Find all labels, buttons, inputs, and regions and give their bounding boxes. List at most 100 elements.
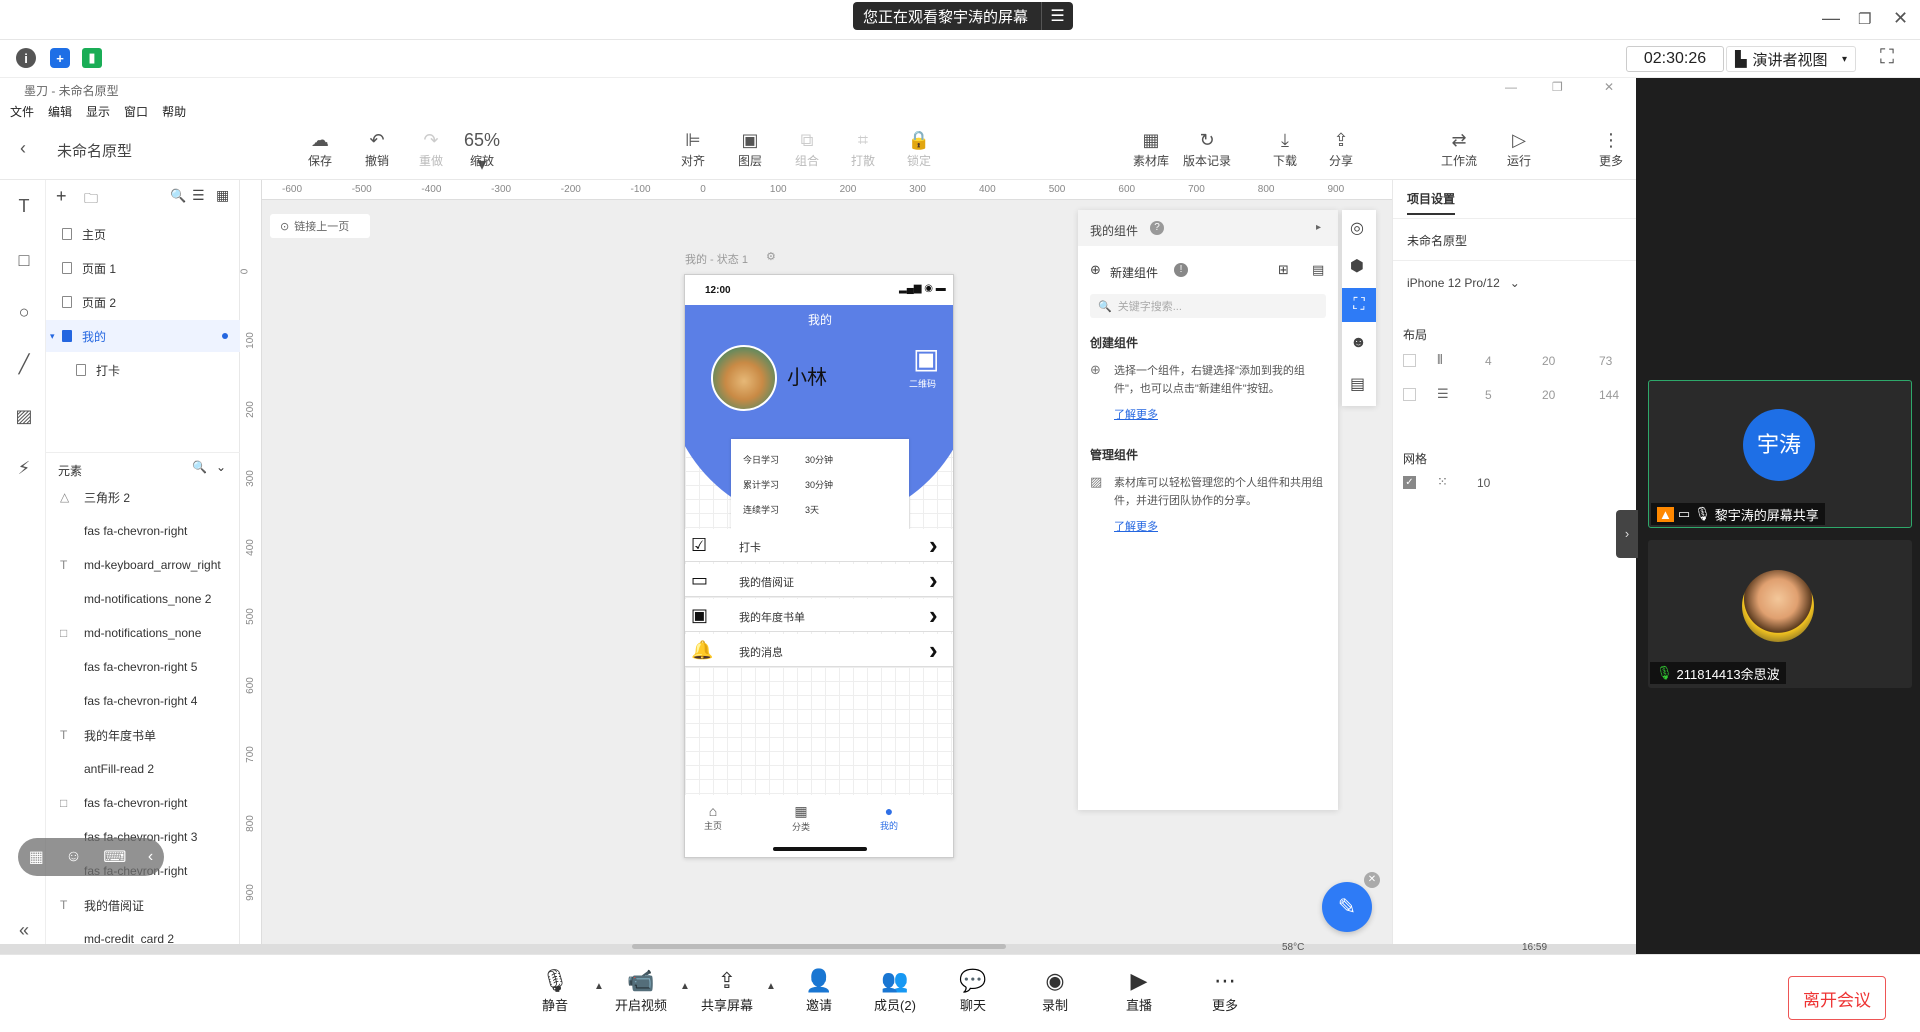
phone-tab[interactable]: ⌂ 主页 bbox=[693, 803, 733, 832]
toolbar-button[interactable]: ▦ 素材库 bbox=[1126, 128, 1176, 169]
page-item[interactable]: ▾ 我的 bbox=[46, 320, 240, 352]
floating-widget[interactable]: ▦ ☺ ⌨ ‹ bbox=[18, 838, 164, 876]
page-item[interactable]: 页面 1 bbox=[46, 252, 240, 284]
add-page-icon[interactable]: + bbox=[56, 186, 67, 207]
toolbar-button[interactable]: ⊫ 对齐 bbox=[668, 128, 718, 169]
element-item[interactable]: fas fa-chevron-right 5 bbox=[46, 650, 240, 684]
leave-meeting-button[interactable]: 离开会议 bbox=[1788, 976, 1886, 1020]
component-tool-icon[interactable]: ⚡ bbox=[13, 458, 35, 480]
toolbar-button[interactable]: ⋮ 更多 bbox=[1586, 128, 1636, 169]
caret-up-icon[interactable]: ▲ bbox=[766, 981, 776, 992]
element-item[interactable]: md-notifications_none 2 bbox=[46, 582, 240, 616]
qr-code-icon[interactable]: ▣ bbox=[913, 345, 939, 373]
emoji-icon[interactable]: ☻ bbox=[1350, 334, 1367, 352]
app-close-icon[interactable]: ✕ bbox=[1604, 80, 1614, 94]
info-icon[interactable]: i bbox=[16, 48, 36, 68]
back-icon[interactable]: ‹ bbox=[148, 848, 153, 866]
add-folder-icon[interactable]: ⊞ bbox=[1278, 262, 1289, 278]
toolbar-button[interactable]: ↷ 重做 bbox=[406, 128, 456, 169]
video-off-button[interactable]: 📹 开启视频 bbox=[606, 967, 676, 1014]
chevron-down-icon[interactable]: ⌄ bbox=[216, 460, 226, 474]
menu-item[interactable]: 编辑 bbox=[48, 105, 72, 119]
element-item[interactable]: △ 三角形 2 bbox=[46, 480, 240, 514]
caret-up-icon[interactable]: ▲ bbox=[680, 981, 690, 992]
menu-item[interactable]: 窗口 bbox=[124, 105, 148, 119]
feedback-fab-icon[interactable]: ✎ bbox=[1322, 882, 1372, 932]
members-button[interactable]: 👥 成员(2) bbox=[860, 967, 930, 1014]
grid-icon[interactable]: ▦ bbox=[216, 187, 229, 204]
participant-tile-1[interactable]: 宇涛 ▲ ▭ 🎙 黎宇涛的屏幕共享 bbox=[1648, 380, 1912, 528]
learn-more-link-2[interactable]: 了解更多 bbox=[1114, 518, 1158, 534]
cube-icon[interactable]: ⬢ bbox=[1350, 256, 1364, 276]
back-chevron-icon[interactable]: ‹ bbox=[20, 138, 26, 159]
banner-menu-icon[interactable]: ☰ bbox=[1041, 2, 1073, 30]
phone-menu-item[interactable]: 🔔 我的消息 › bbox=[685, 634, 953, 667]
list-icon[interactable]: ☰ bbox=[192, 187, 205, 204]
element-item[interactable]: □ md-notifications_none bbox=[46, 616, 240, 650]
target-icon[interactable]: ◎ bbox=[1350, 218, 1364, 238]
element-item[interactable]: □ fas fa-chevron-right bbox=[46, 786, 240, 820]
rectangle-tool-icon[interactable]: □ bbox=[13, 250, 35, 272]
page-item[interactable]: 主页 bbox=[46, 218, 240, 250]
app-minimize-icon[interactable]: — bbox=[1505, 80, 1517, 94]
restore-icon[interactable]: ❐ bbox=[1858, 10, 1871, 28]
add-circle-icon[interactable]: ⊕ bbox=[1090, 262, 1101, 278]
library-icon[interactable]: ▤ bbox=[1312, 262, 1324, 278]
apps-icon[interactable]: ▦ bbox=[29, 847, 44, 867]
speaker-view-button[interactable]: ▙ 演讲者视图 ▾ bbox=[1726, 46, 1856, 72]
layout-checkbox[interactable] bbox=[1403, 388, 1416, 401]
component-search-input[interactable]: 🔍 关键字搜索... bbox=[1090, 294, 1326, 318]
menu-item[interactable]: 帮助 bbox=[162, 105, 186, 119]
signal-bars-icon[interactable]: ▮ bbox=[82, 48, 102, 68]
horizontal-scrollbar[interactable] bbox=[632, 944, 1006, 949]
invite-button[interactable]: 👤 邀请 bbox=[784, 967, 854, 1014]
image-tool-icon[interactable]: ▨ bbox=[13, 406, 35, 428]
chat-button[interactable]: 💬 聊天 bbox=[938, 967, 1008, 1014]
microphone-button[interactable]: 🎙 静音 bbox=[520, 967, 590, 1014]
circle-tool-icon[interactable]: ○ bbox=[13, 302, 35, 324]
state-settings-icon[interactable]: ⚙ bbox=[766, 250, 776, 263]
toolbar-button[interactable]: ⧉ 组合 bbox=[782, 128, 832, 169]
menu-item[interactable]: 文件 bbox=[10, 105, 34, 119]
element-item[interactable]: fas fa-chevron-right bbox=[46, 514, 240, 548]
toolbar-button[interactable]: ⤓ 下载 bbox=[1260, 128, 1310, 169]
component-tab-icon[interactable]: ⛶ bbox=[1342, 288, 1376, 322]
minimize-icon[interactable]: — bbox=[1822, 8, 1840, 29]
element-item[interactable]: antFill-read 2 bbox=[46, 752, 240, 786]
expand-icon[interactable]: ▾ bbox=[50, 331, 55, 342]
caret-up-icon[interactable]: ▲ bbox=[594, 981, 604, 992]
shield-icon[interactable]: + bbox=[50, 48, 70, 68]
toolbar-button[interactable]: ↻ 版本记录 bbox=[1182, 128, 1232, 169]
toolbar-button[interactable]: ▷ 运行 bbox=[1494, 128, 1544, 169]
fullscreen-icon[interactable]: ⛶ bbox=[1880, 46, 1894, 69]
phone-tab[interactable]: ● 我的 bbox=[869, 803, 909, 832]
text-tool-icon[interactable]: T bbox=[13, 196, 35, 218]
toolbar-button[interactable]: 65% ▾ 缩放 bbox=[457, 128, 507, 174]
help-icon[interactable]: ? bbox=[1150, 221, 1164, 235]
phone-menu-item[interactable]: ▭ 我的借阅证 › bbox=[685, 564, 953, 597]
tab-project-settings[interactable]: 项目设置 bbox=[1407, 190, 1456, 215]
folder-icon[interactable]: 🗀 bbox=[84, 188, 98, 212]
close-fab-icon[interactable]: ✕ bbox=[1364, 872, 1380, 888]
app-restore-icon[interactable]: ❐ bbox=[1552, 80, 1563, 94]
collapse-gallery-icon[interactable]: › bbox=[1616, 510, 1638, 558]
template-icon[interactable]: ▤ bbox=[1350, 374, 1365, 394]
close-window-icon[interactable]: ✕ bbox=[1893, 8, 1908, 29]
record-button[interactable]: ◉ 录制 bbox=[1020, 967, 1090, 1014]
pen-tool-icon[interactable]: ╱ bbox=[13, 354, 35, 376]
panel-expand-icon[interactable]: ▸ bbox=[1316, 222, 1321, 233]
phone-menu-item[interactable]: ▣ 我的年度书单 › bbox=[685, 599, 953, 632]
new-component-button[interactable]: 新建组件 bbox=[1110, 264, 1158, 281]
toolbar-button[interactable]: ↶ 撤销 bbox=[352, 128, 402, 169]
page-item[interactable]: 打卡 bbox=[46, 354, 240, 386]
grid-checkbox[interactable]: ✓ bbox=[1403, 476, 1416, 489]
participant-tile-2[interactable]: 🎙 211814413余思波 bbox=[1648, 540, 1912, 688]
toolbar-button[interactable]: 🔒 锁定 bbox=[894, 128, 944, 169]
phone-tab[interactable]: ▦ 分类 bbox=[781, 803, 821, 833]
elements-search-icon[interactable]: 🔍 bbox=[192, 460, 207, 474]
emoji-icon[interactable]: ☺ bbox=[65, 848, 81, 866]
share-screen-button[interactable]: ⇪ 共享屏幕 bbox=[692, 967, 762, 1014]
element-item[interactable]: Tmd-keyboard_arrow_right bbox=[46, 548, 240, 582]
toolbar-button[interactable]: ⇄ 工作流 bbox=[1434, 128, 1484, 169]
link-prev-page-button[interactable]: ⊙ 链接上一页 bbox=[270, 214, 370, 238]
